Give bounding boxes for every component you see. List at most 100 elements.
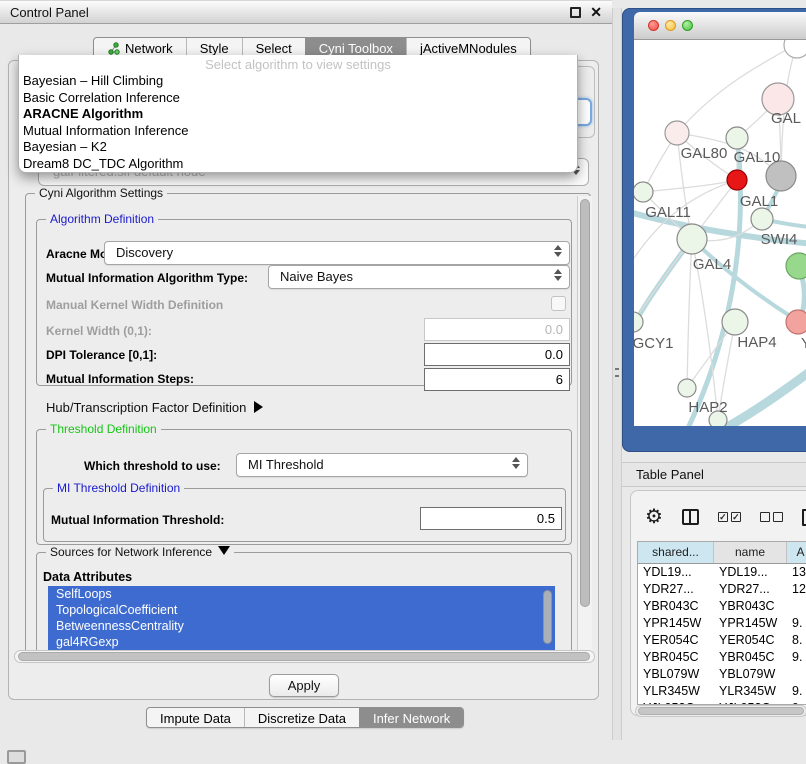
network-view-window[interactable]: GALGAL80GAL10GAL1GAL11SWI4GAL4GCY1HAP4YH… — [622, 8, 806, 452]
table-cell — [787, 666, 806, 683]
expander-expanded-icon — [218, 546, 230, 555]
network-node[interactable] — [727, 170, 747, 190]
algorithm-option-5[interactable]: Dream8 DC_TDC Algorithm — [19, 156, 577, 173]
mi-steps-label: Mutual Information Steps: — [46, 372, 194, 386]
table-cell: 12 — [787, 581, 806, 598]
column-header-2[interactable]: A — [787, 542, 806, 563]
divider-grip[interactable] — [615, 368, 619, 377]
network-node[interactable] — [634, 182, 653, 202]
which-threshold-combobox[interactable]: MI Threshold — [236, 453, 528, 477]
network-node[interactable] — [751, 208, 773, 230]
node-label: GAL4 — [693, 256, 731, 273]
table-row[interactable]: YER054CYER054C8. — [638, 632, 806, 649]
table-cell: 9. — [787, 649, 806, 666]
hub-tf-expander[interactable]: Hub/Transcription Factor Definition — [46, 400, 263, 415]
table-cell: YBR045C — [638, 649, 714, 666]
network-node[interactable] — [726, 127, 748, 149]
table-cell: YBR043C — [714, 598, 787, 615]
combo-stepper-icon — [553, 245, 562, 257]
float-panel-icon[interactable] — [570, 7, 581, 18]
network-edge[interactable] — [643, 180, 737, 192]
document-icon[interactable] — [802, 509, 806, 526]
combo-stepper-icon — [553, 269, 562, 281]
scrollbar-thumb[interactable] — [18, 652, 590, 661]
data-attributes-label: Data Attributes — [43, 570, 132, 584]
attribute-item-2[interactable]: BetweennessCentrality — [48, 618, 555, 634]
attribute-item-1[interactable]: TopologicalCoefficient — [48, 602, 555, 618]
table-cell: YDL19... — [714, 564, 787, 581]
table-cell: YBR043C — [638, 598, 714, 615]
table-panel: ⚙ ✓✓ shared...nameA YDL19...YDL19...13YD… — [630, 490, 806, 716]
panel-divider[interactable] — [612, 8, 622, 740]
table-row[interactable]: YDR27...YDR27...12 — [638, 581, 806, 598]
network-node[interactable] — [665, 121, 689, 145]
settings-vertical-scrollbar[interactable] — [577, 196, 592, 653]
algorithm-option-1[interactable]: Basic Correlation Inference — [19, 90, 577, 107]
network-node[interactable] — [677, 224, 707, 254]
dpi-tolerance-field[interactable]: 0.0 — [424, 343, 570, 366]
select-all-icon[interactable]: ✓✓ — [718, 512, 741, 522]
table-cell: 8. — [787, 632, 806, 649]
table-cell: YDL19... — [638, 564, 714, 581]
algorithm-option-2[interactable]: ARACNE Algorithm — [19, 106, 577, 123]
network-node[interactable] — [678, 379, 696, 397]
attribute-item-0[interactable]: SelfLoops — [48, 586, 555, 602]
close-window-button[interactable] — [648, 20, 659, 31]
table-row[interactable]: YDL19...YDL19...13 — [638, 564, 806, 581]
network-node[interactable] — [784, 40, 806, 58]
split-view-icon[interactable] — [682, 509, 699, 525]
zoom-window-button[interactable] — [682, 20, 693, 31]
aracne-mode-combobox[interactable]: Discovery — [104, 241, 570, 265]
table-cell: YBL079W — [714, 666, 787, 683]
threshold-definition-title: Threshold Definition — [46, 422, 161, 436]
table-row[interactable]: YPR145WYPR145W9. — [638, 615, 806, 632]
algorithm-popup: Select algorithm to view settings Bayesi… — [18, 55, 578, 173]
node-attribute-table[interactable]: shared...nameA YDL19...YDL19...13YDR27..… — [637, 541, 806, 705]
gear-icon[interactable]: ⚙ — [645, 507, 663, 527]
network-node[interactable] — [786, 310, 806, 334]
column-header-1[interactable]: name — [714, 542, 787, 563]
scrollbar-thumb[interactable] — [638, 707, 804, 715]
settings-group-title: Cyni Algorithm Settings — [35, 186, 167, 200]
data-attributes-list[interactable]: SelfLoopsTopologicalCoefficientBetweenne… — [48, 586, 555, 650]
table-row[interactable]: YBR045CYBR045C9. — [638, 649, 806, 666]
settings-horizontal-scrollbar[interactable] — [14, 650, 595, 663]
table-body: YDL19...YDL19...13YDR27...YDR27...12YBR0… — [638, 564, 806, 705]
table-cell: YPR145W — [638, 615, 714, 632]
attribute-item-3[interactable]: gal4RGexp — [48, 634, 555, 650]
manual-kernel-width-label: Manual Kernel Width Definition — [46, 298, 223, 312]
network-canvas[interactable]: GALGAL80GAL10GAL1GAL11SWI4GAL4GCY1HAP4YH… — [634, 40, 806, 426]
minimize-window-button[interactable] — [665, 20, 676, 31]
column-header-0[interactable]: shared... — [638, 542, 714, 563]
network-node[interactable] — [722, 309, 748, 335]
mi-steps-field[interactable]: 6 — [424, 368, 570, 391]
deselect-all-icon[interactable] — [760, 512, 783, 522]
algorithm-option-4[interactable]: Bayesian – K2 — [19, 139, 577, 156]
mi-threshold-field[interactable]: 0.5 — [420, 507, 562, 530]
tab-discretize-data[interactable]: Discretize Data — [244, 708, 359, 728]
tab-infer-network[interactable]: Infer Network — [359, 708, 463, 728]
mi-algorithm-type-combobox[interactable]: Naive Bayes — [268, 265, 570, 289]
network-node[interactable] — [786, 253, 806, 279]
apply-button[interactable]: Apply — [269, 674, 339, 697]
manual-kernel-width-checkbox[interactable] — [551, 296, 566, 311]
network-edge[interactable] — [687, 239, 692, 388]
algorithm-option-3[interactable]: Mutual Information Inference — [19, 123, 577, 140]
close-panel-icon[interactable]: ✕ — [590, 7, 602, 18]
node-label: GAL10 — [734, 149, 781, 166]
algorithm-option-0[interactable]: Bayesian – Hill Climbing — [19, 73, 577, 90]
table-horizontal-scrollbar[interactable] — [635, 705, 806, 717]
table-row[interactable]: YLR345WYLR345W9. — [638, 683, 806, 700]
attribute-list-scrollbar[interactable] — [543, 590, 552, 644]
node-label: GAL1 — [740, 193, 778, 210]
table-cell: YLR345W — [638, 683, 714, 700]
scrollbar-thumb[interactable] — [580, 199, 590, 607]
table-row[interactable]: YBR043CYBR043C — [638, 598, 806, 615]
kernel-width-field[interactable]: 0.0 — [424, 318, 570, 341]
table-row[interactable]: YBL079WYBL079W — [638, 666, 806, 683]
network-edge[interactable] — [729, 358, 806, 426]
node-label: GAL80 — [681, 145, 728, 162]
network-window-titlebar[interactable] — [634, 12, 806, 40]
tab-impute-data[interactable]: Impute Data — [147, 708, 244, 728]
which-threshold-value: MI Threshold — [248, 457, 324, 472]
